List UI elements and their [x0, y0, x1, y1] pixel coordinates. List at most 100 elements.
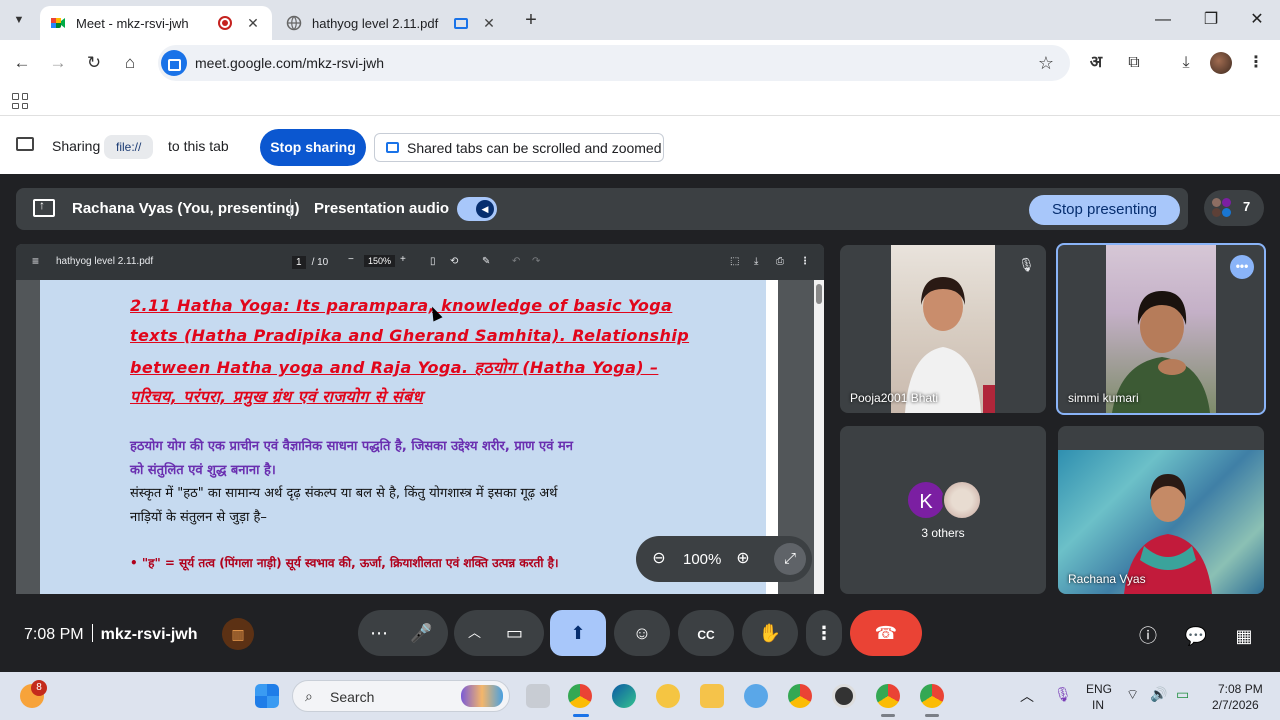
tab-search-button[interactable]: ▼ [6, 8, 32, 32]
bookmark-star-icon[interactable]: ☆ [1034, 51, 1058, 75]
tab-pdf[interactable]: hathyog level 2.11.pdf ✕ [276, 6, 508, 40]
participant-tile-active[interactable]: ••• simmi kumari [1056, 243, 1266, 415]
tab-meet[interactable]: Meet - mkz-rsvi-jwh ✕ [40, 6, 272, 40]
taskbar-search[interactable]: ⌕ Search [292, 680, 510, 712]
new-tab-button[interactable]: + [520, 10, 542, 32]
chat-icon[interactable]: 💬 [1184, 624, 1208, 648]
profile-avatar[interactable] [1210, 52, 1232, 74]
stop-presenting-button[interactable]: Stop presenting [1029, 195, 1180, 225]
presenter-name: Rachana Vyas (You, presenting) [72, 200, 300, 217]
chrome-profile-icon[interactable] [876, 684, 900, 708]
chrome-icon[interactable] [568, 684, 592, 708]
scrollbar-thumb[interactable] [816, 284, 822, 304]
reactions-button[interactable]: ☺ [614, 610, 670, 656]
pdf-draw-icon[interactable]: ✎ [482, 256, 490, 267]
camera-options-chevron-icon[interactable]: ︿ [468, 610, 481, 656]
minimize-button[interactable]: — [1148, 8, 1178, 32]
chrome-profile-icon[interactable] [920, 684, 944, 708]
divider [290, 199, 291, 219]
clock-date[interactable]: 2/7/2026 [1212, 698, 1259, 712]
more-options-icon[interactable]: ••• [1230, 255, 1254, 279]
pdf-zoom-value[interactable]: 150% [364, 255, 396, 267]
pdf-toolbar: ≡ hathyog level 2.11.pdf 1 / 10 − 150% +… [16, 244, 824, 280]
translate-hindi-icon[interactable]: अ [1084, 51, 1108, 75]
tab-screen-icon [386, 142, 399, 153]
presentation-audio-label: Presentation audio [314, 200, 450, 217]
self-tile[interactable]: Rachana Vyas [1058, 426, 1264, 594]
participants-chip[interactable]: 7 [1204, 190, 1264, 226]
more-mic-options-icon[interactable]: ⋯ [370, 610, 388, 656]
pdf-redo-icon[interactable]: ↷ [532, 256, 540, 267]
pdf-fit-page-icon[interactable]: ▯ [430, 256, 436, 267]
file-explorer-icon[interactable] [700, 684, 724, 708]
stop-sharing-button[interactable]: Stop sharing [260, 129, 366, 166]
close-window-button[interactable]: ✕ [1242, 8, 1272, 32]
volume-icon[interactable]: 🔊 [1150, 686, 1167, 703]
clock-time[interactable]: 7:08 PM [1218, 682, 1263, 696]
participant-video [1106, 245, 1216, 413]
pdf-rotate-icon[interactable]: ⟲ [450, 256, 458, 267]
participant-avatar [942, 480, 982, 520]
leave-call-button[interactable]: ☎ [850, 610, 922, 656]
participant-tile[interactable]: 🎙 Pooja2001 Bhati [840, 245, 1046, 413]
menu-kebab-icon[interactable]: ⋮ [1244, 51, 1268, 75]
others-tile[interactable]: K 3 others [840, 426, 1046, 594]
apps-grid-icon[interactable] [12, 93, 28, 109]
raise-hand-button[interactable]: ✋ [742, 610, 798, 656]
weather-app-icon[interactable] [656, 684, 680, 708]
meeting-info: 7:08 PM mkz-rsvi-jwh [24, 624, 198, 644]
pdf-zoom-in-icon[interactable]: + [400, 254, 406, 265]
paint-icon[interactable] [744, 684, 768, 708]
region-label[interactable]: IN [1092, 698, 1104, 712]
task-view-icon[interactable] [526, 684, 550, 708]
download-icon[interactable]: ⤓ [1174, 51, 1198, 75]
camera-icon[interactable]: ▭ [506, 610, 523, 656]
edge-icon[interactable] [612, 684, 636, 708]
pdf-undo-icon[interactable]: ↶ [512, 256, 520, 267]
pdf-scrollbar[interactable] [814, 280, 824, 594]
activities-grid-icon[interactable]: ▦ [1232, 624, 1256, 648]
address-bar[interactable]: meet.google.com/mkz-rsvi-jwh ☆ [158, 45, 1070, 81]
zoom-in-icon[interactable]: ⊕ [731, 547, 755, 571]
captions-button[interactable]: CC [678, 610, 734, 656]
mic-in-use-icon[interactable]: 🎙 [1054, 686, 1072, 703]
show-hidden-icons-chevron[interactable]: ︿ [1020, 686, 1034, 706]
app-icon[interactable] [832, 684, 856, 708]
person-silhouette-icon [905, 277, 995, 413]
present-button[interactable]: ⬆ [550, 610, 606, 656]
scroll-zoom-notice[interactable]: Shared tabs can be scrolled and zoomed [374, 133, 664, 162]
fullscreen-expand-icon[interactable]: ⤢ [774, 543, 806, 575]
search-highlight-icon [461, 685, 503, 707]
pdf-print-icon[interactable]: ⎙ [776, 256, 784, 267]
language-label[interactable]: ENG [1086, 682, 1112, 696]
pdf-download-icon[interactable]: ⤓ [754, 256, 758, 267]
wifi-icon[interactable]: ⌔ [1126, 686, 1139, 704]
restore-button[interactable]: ❐ [1196, 8, 1226, 32]
pdf-more-icon[interactable]: ⋮ [800, 256, 810, 267]
battery-icon[interactable]: ▭ [1176, 686, 1189, 703]
forward-button[interactable]: → [45, 50, 71, 76]
close-tab-icon[interactable]: ✕ [480, 14, 498, 32]
host-controls-icon[interactable]: ▥ [222, 618, 254, 650]
more-options-button[interactable]: ⋮ [806, 610, 842, 656]
tab-title: Meet - mkz-rsvi-jwh [76, 15, 189, 31]
presentation-audio-toggle[interactable]: ◀ [457, 197, 497, 221]
extensions-icon[interactable]: ⧉ [1122, 51, 1146, 75]
meet-site-icon[interactable] [161, 50, 187, 76]
home-button[interactable]: ⌂ [117, 50, 143, 76]
chrome-profile-icon[interactable] [788, 684, 812, 708]
back-button[interactable]: ← [9, 50, 35, 76]
windows-start-icon[interactable] [255, 684, 279, 708]
pdf-page-input[interactable]: 1 [292, 255, 306, 269]
meeting-details-icon[interactable]: ⓘ [1136, 624, 1160, 648]
microphone-icon[interactable]: 🎤 [410, 610, 432, 656]
pdf-save-icon[interactable]: ⬚ [730, 256, 739, 267]
windows-taskbar: 8 ⌕ Search ︿ 🎙 ENG IN ⌔ 🔊 ▭ 7:08 PM 2/7/… [0, 672, 1280, 720]
pdf-zoom-out-icon[interactable]: − [348, 254, 354, 265]
close-tab-icon[interactable]: ✕ [244, 14, 262, 32]
search-label: Search [330, 689, 375, 705]
zoom-out-icon[interactable]: ⊖ [647, 547, 671, 571]
present-screen-icon [33, 198, 55, 217]
reload-button[interactable]: ↻ [81, 50, 107, 76]
pdf-menu-icon[interactable]: ≡ [32, 254, 39, 268]
